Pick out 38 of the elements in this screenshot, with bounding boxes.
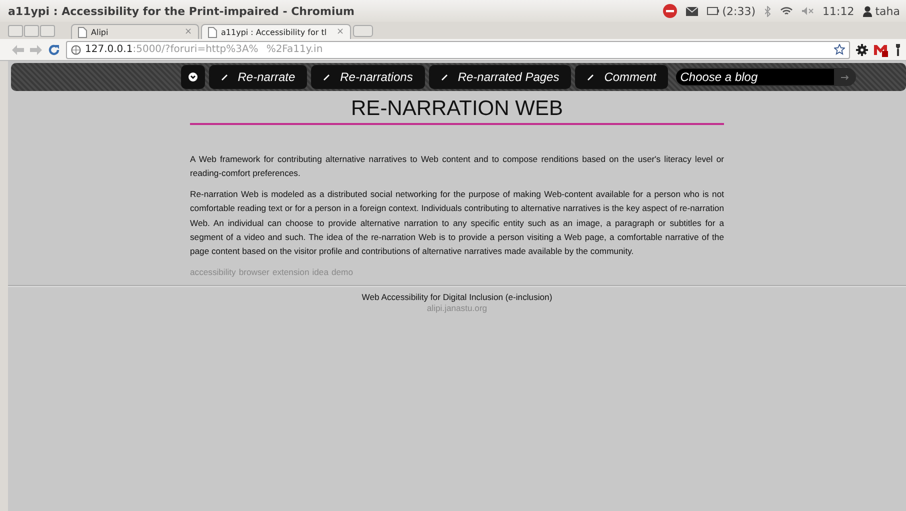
page-icon	[78, 26, 87, 38]
pencil-icon	[220, 74, 228, 80]
page-heading: RE-NARRATION WEB	[190, 97, 724, 125]
page-icon	[208, 26, 217, 38]
battery-icon[interactable]	[707, 7, 720, 15]
reload-icon[interactable]	[48, 44, 60, 56]
nav-button[interactable]: Comment	[575, 65, 668, 89]
browser-tab[interactable]: a11ypi : Accessibility for tl ×	[201, 24, 351, 39]
shutdown-icon[interactable]	[663, 4, 678, 18]
add-button[interactable]	[180, 65, 205, 89]
chevron-circle-icon	[188, 72, 198, 82]
tab-title: a11ypi : Accessibility for tl	[221, 28, 328, 36]
browser-tab[interactable]: Alipi ×	[71, 24, 199, 39]
tab-title: Alipi	[91, 28, 110, 36]
nav-button[interactable]: Re-narrated Pages	[428, 65, 572, 89]
user-name[interactable]: taha	[875, 4, 900, 18]
mail-icon[interactable]	[686, 6, 698, 16]
battery-time: (2:33)	[722, 4, 756, 18]
pencil-icon	[587, 74, 594, 80]
globe-icon	[71, 44, 81, 54]
clock[interactable]: 11:12	[822, 4, 854, 18]
footer-title: Web Accessibility for Digital Inclusion (e-inclusion)	[362, 292, 552, 302]
window-title: a11ypi : Accessibility for the Print-impaired - Chromium	[8, 4, 356, 18]
paragraph: A Web framework for contributing alternative narratives to Web content and to compose renditions based on the user's literacy level or reading-comfort preferences.	[190, 153, 724, 180]
pencil-icon	[323, 74, 330, 80]
wifi-icon[interactable]	[780, 6, 793, 16]
mail-icon[interactable]	[874, 42, 888, 56]
nav-button[interactable]: Re-narrate	[208, 65, 308, 89]
nav-button[interactable]: Re-narrations	[311, 65, 425, 89]
star-icon[interactable]	[834, 44, 845, 55]
url-text: 127.0.0.1:5000/?foruri=http%3A% %2Fa11y.in	[85, 44, 324, 55]
address-bar[interactable]: 127.0.0.1:5000/?foruri=http%3A% %2Fa11y.in	[66, 40, 850, 58]
arrow-icon	[841, 74, 850, 80]
user-icon[interactable]	[863, 6, 872, 16]
pencil-icon	[440, 74, 448, 80]
paragraph: Re-narration Web is modeled as a distributed social networking for the purpose of making Web-content available for a person who is not comfortable reading text or for a person in a foreign context. Individuals contributing to alternative narratives is the key aspect of re-narration Web. An individual can choose to provide alternative narration to any specific entity such as an image, a paragraph or subtitles for a segment of a video and such. The idea of the re-narration Web is to provide a person visiting a Web page, a comfortable narrative of the page content based on the visitor profile and contributions of alternative narratives made available by the community.	[190, 188, 724, 258]
settings-icon[interactable]	[856, 44, 868, 56]
blog-field[interactable]: Choose a blog	[676, 68, 856, 86]
